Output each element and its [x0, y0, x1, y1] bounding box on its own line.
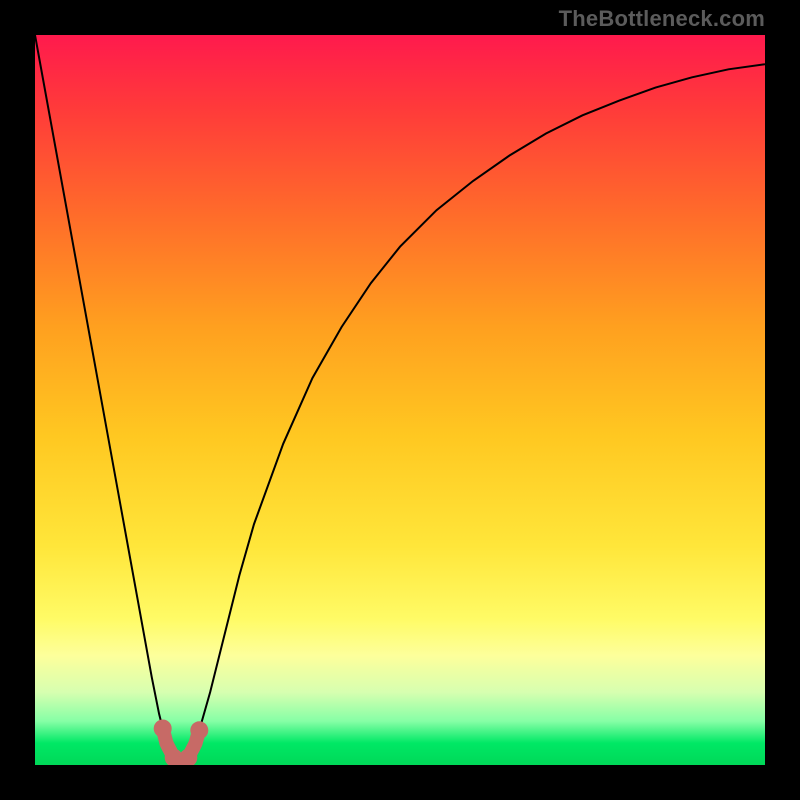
plot-area	[35, 35, 765, 765]
marker-dot	[154, 720, 172, 738]
curve-path	[35, 35, 765, 765]
marker-dot	[190, 721, 208, 739]
watermark-text: TheBottleneck.com	[559, 6, 765, 32]
optimum-marker	[154, 720, 209, 766]
chart-frame: TheBottleneck.com	[0, 0, 800, 800]
bottleneck-curve	[35, 35, 765, 765]
